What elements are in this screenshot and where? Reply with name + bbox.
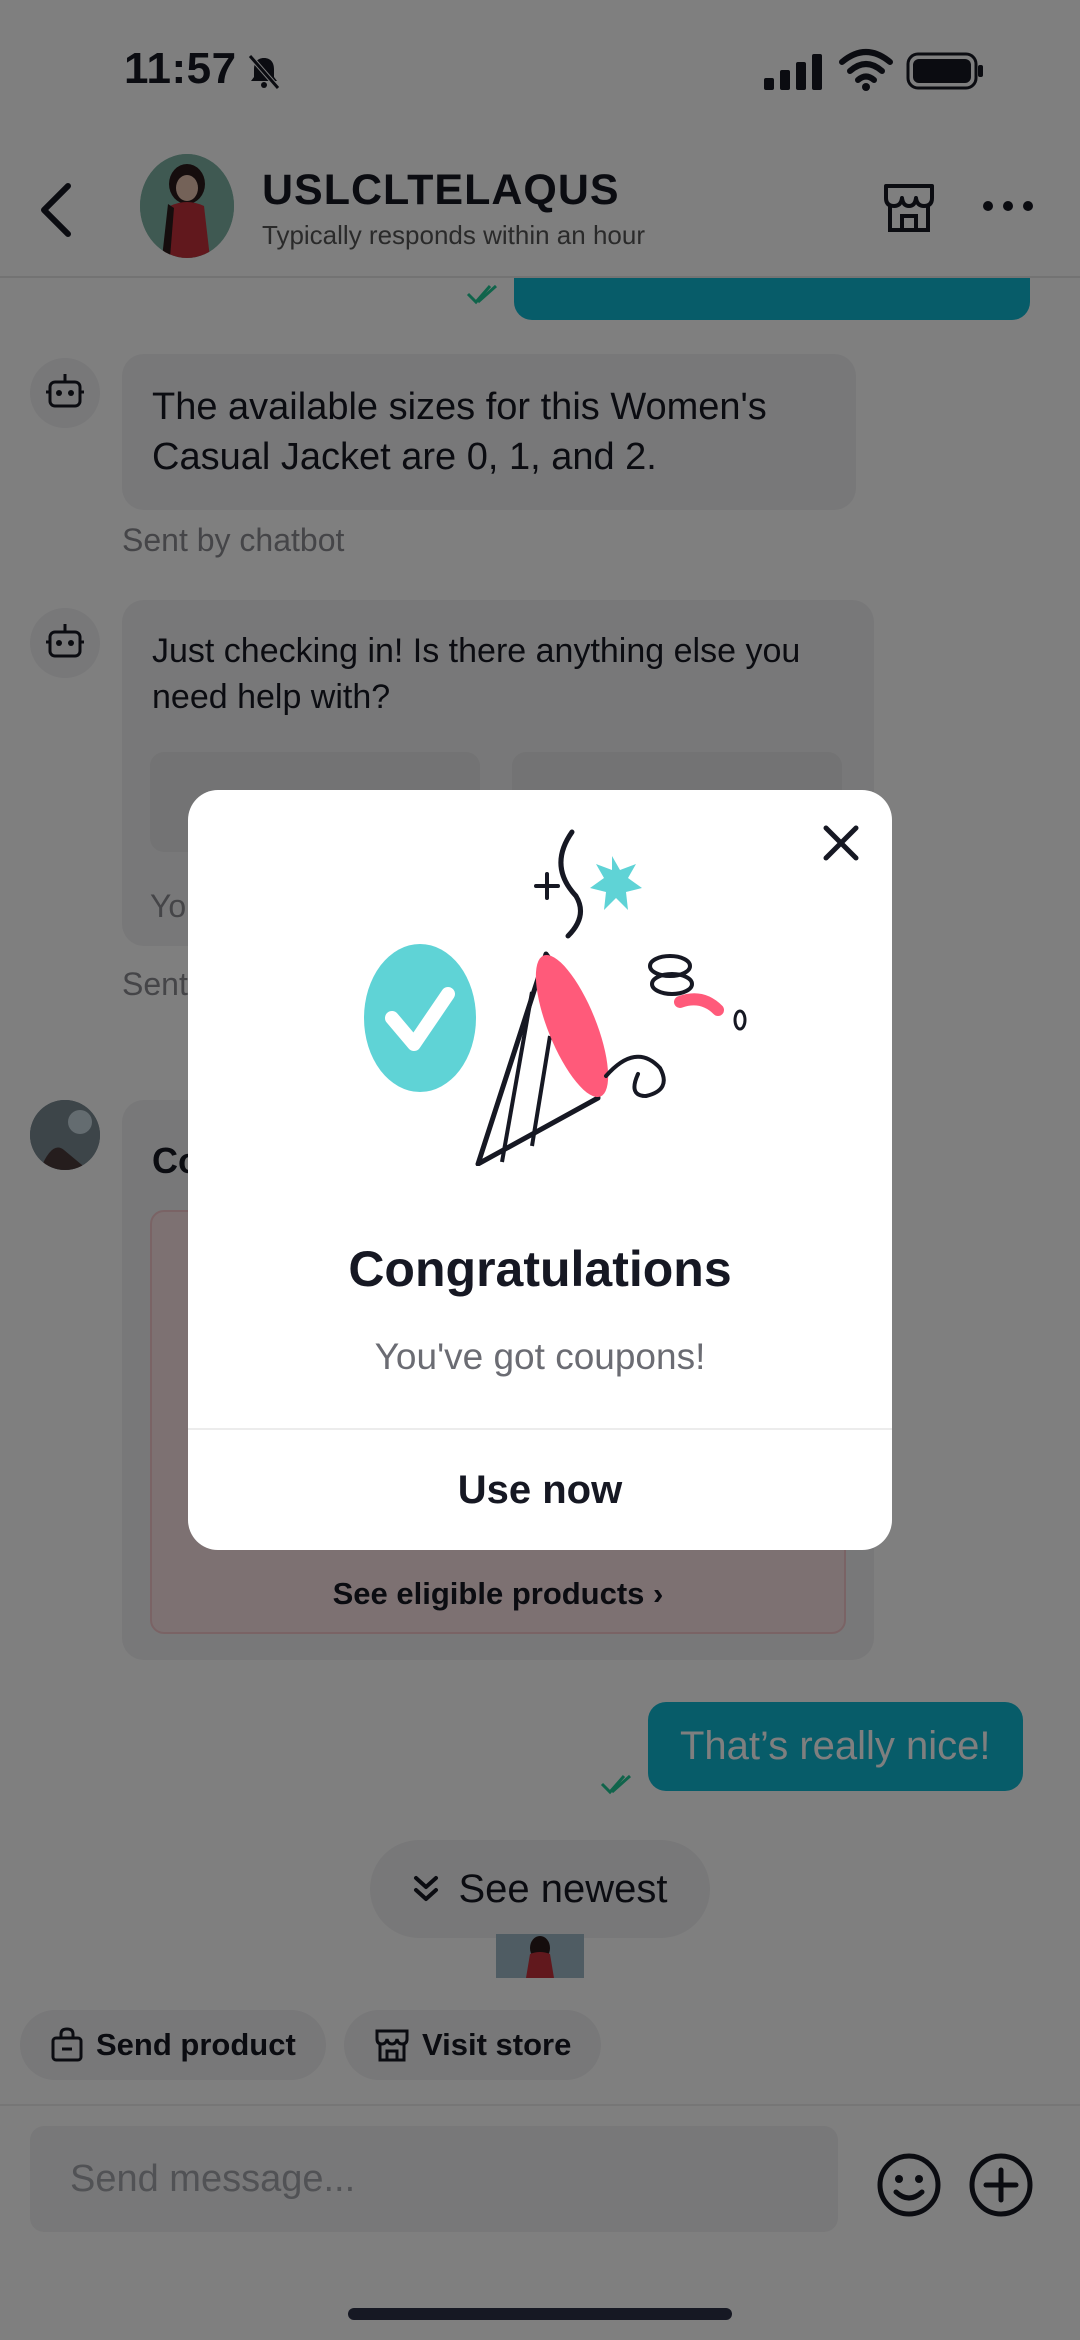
close-icon[interactable]	[820, 822, 862, 864]
party-popper-illustration	[364, 829, 747, 1166]
modal-subtitle: You've got coupons!	[374, 1336, 706, 1377]
use-now-button[interactable]: Use now	[188, 1430, 892, 1550]
modal-title: Congratulations	[348, 1241, 732, 1297]
coupon-congrats-modal: Congratulations You've got coupons! Use …	[188, 790, 892, 1550]
home-indicator[interactable]	[348, 2308, 732, 2320]
